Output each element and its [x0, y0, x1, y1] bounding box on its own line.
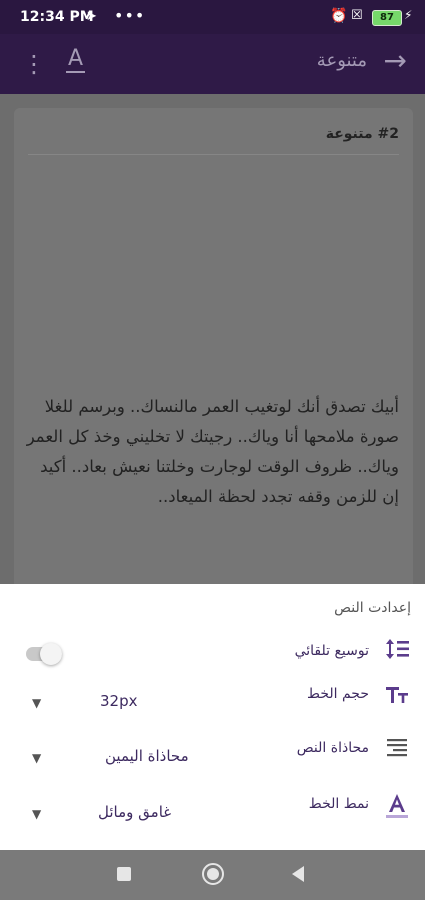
telegram-icon: ➤	[86, 9, 97, 24]
font-style-label: نمط الخط	[308, 796, 369, 812]
no-sim-icon: ☒	[351, 8, 363, 23]
auto-expand-toggle[interactable]	[26, 643, 62, 665]
recents-button[interactable]	[117, 867, 131, 881]
clock: 12:34 PM	[20, 9, 94, 25]
font-size-label: حجم الخط	[307, 686, 369, 702]
line-spacing-icon	[383, 636, 411, 664]
auto-expand-label: توسيع تلقائي	[294, 643, 369, 659]
charging-icon: ⚡	[404, 8, 413, 22]
system-nav-bar	[0, 850, 425, 900]
toggle-knob	[40, 643, 62, 665]
text-settings-sheet: إعدادت النص توسيع تلقائي حجم الخط 32px ▼	[0, 584, 425, 850]
alignment-dropdown-icon[interactable]: ▼	[32, 751, 41, 765]
text-alignment-value[interactable]: محاذاة اليمين	[105, 747, 189, 765]
alarm-icon: ⏰	[330, 8, 348, 24]
back-button[interactable]	[292, 866, 304, 882]
font-style-dropdown-icon[interactable]: ▼	[32, 807, 41, 821]
quote-card: #2 متنوعة أبيك تصدق أنك لوتغيب العمر مال…	[14, 108, 413, 598]
app-bar: ⋮ A متنوعة →	[0, 34, 425, 94]
battery-icon: 87	[372, 10, 402, 26]
more-notifications-icon: •••	[114, 6, 146, 25]
sheet-title: إعدادت النص	[334, 600, 411, 616]
status-bar: 12:34 PM ➤ ••• ⏰ ☒ 87 ⚡	[0, 0, 425, 34]
quote-text: أبيك تصدق أنك لوتغيب العمر مالنساك.. وبر…	[26, 397, 399, 506]
font-style-value[interactable]: غامق ومائل	[98, 803, 171, 821]
align-right-icon	[383, 734, 411, 762]
font-settings-icon[interactable]: A	[66, 47, 86, 73]
text-alignment-label: محاذاة النص	[296, 740, 369, 756]
font-size-icon	[383, 682, 411, 710]
back-arrow-icon[interactable]: →	[384, 44, 407, 77]
font-size-value[interactable]: 32px	[100, 692, 138, 710]
home-button[interactable]	[202, 863, 224, 885]
page-title: متنوعة	[316, 50, 367, 71]
card-title: #2 متنوعة	[325, 126, 399, 142]
card-divider	[28, 154, 399, 155]
text-color-icon	[383, 792, 411, 820]
font-size-dropdown-icon[interactable]: ▼	[32, 696, 41, 710]
more-options-icon[interactable]: ⋮	[22, 50, 46, 78]
